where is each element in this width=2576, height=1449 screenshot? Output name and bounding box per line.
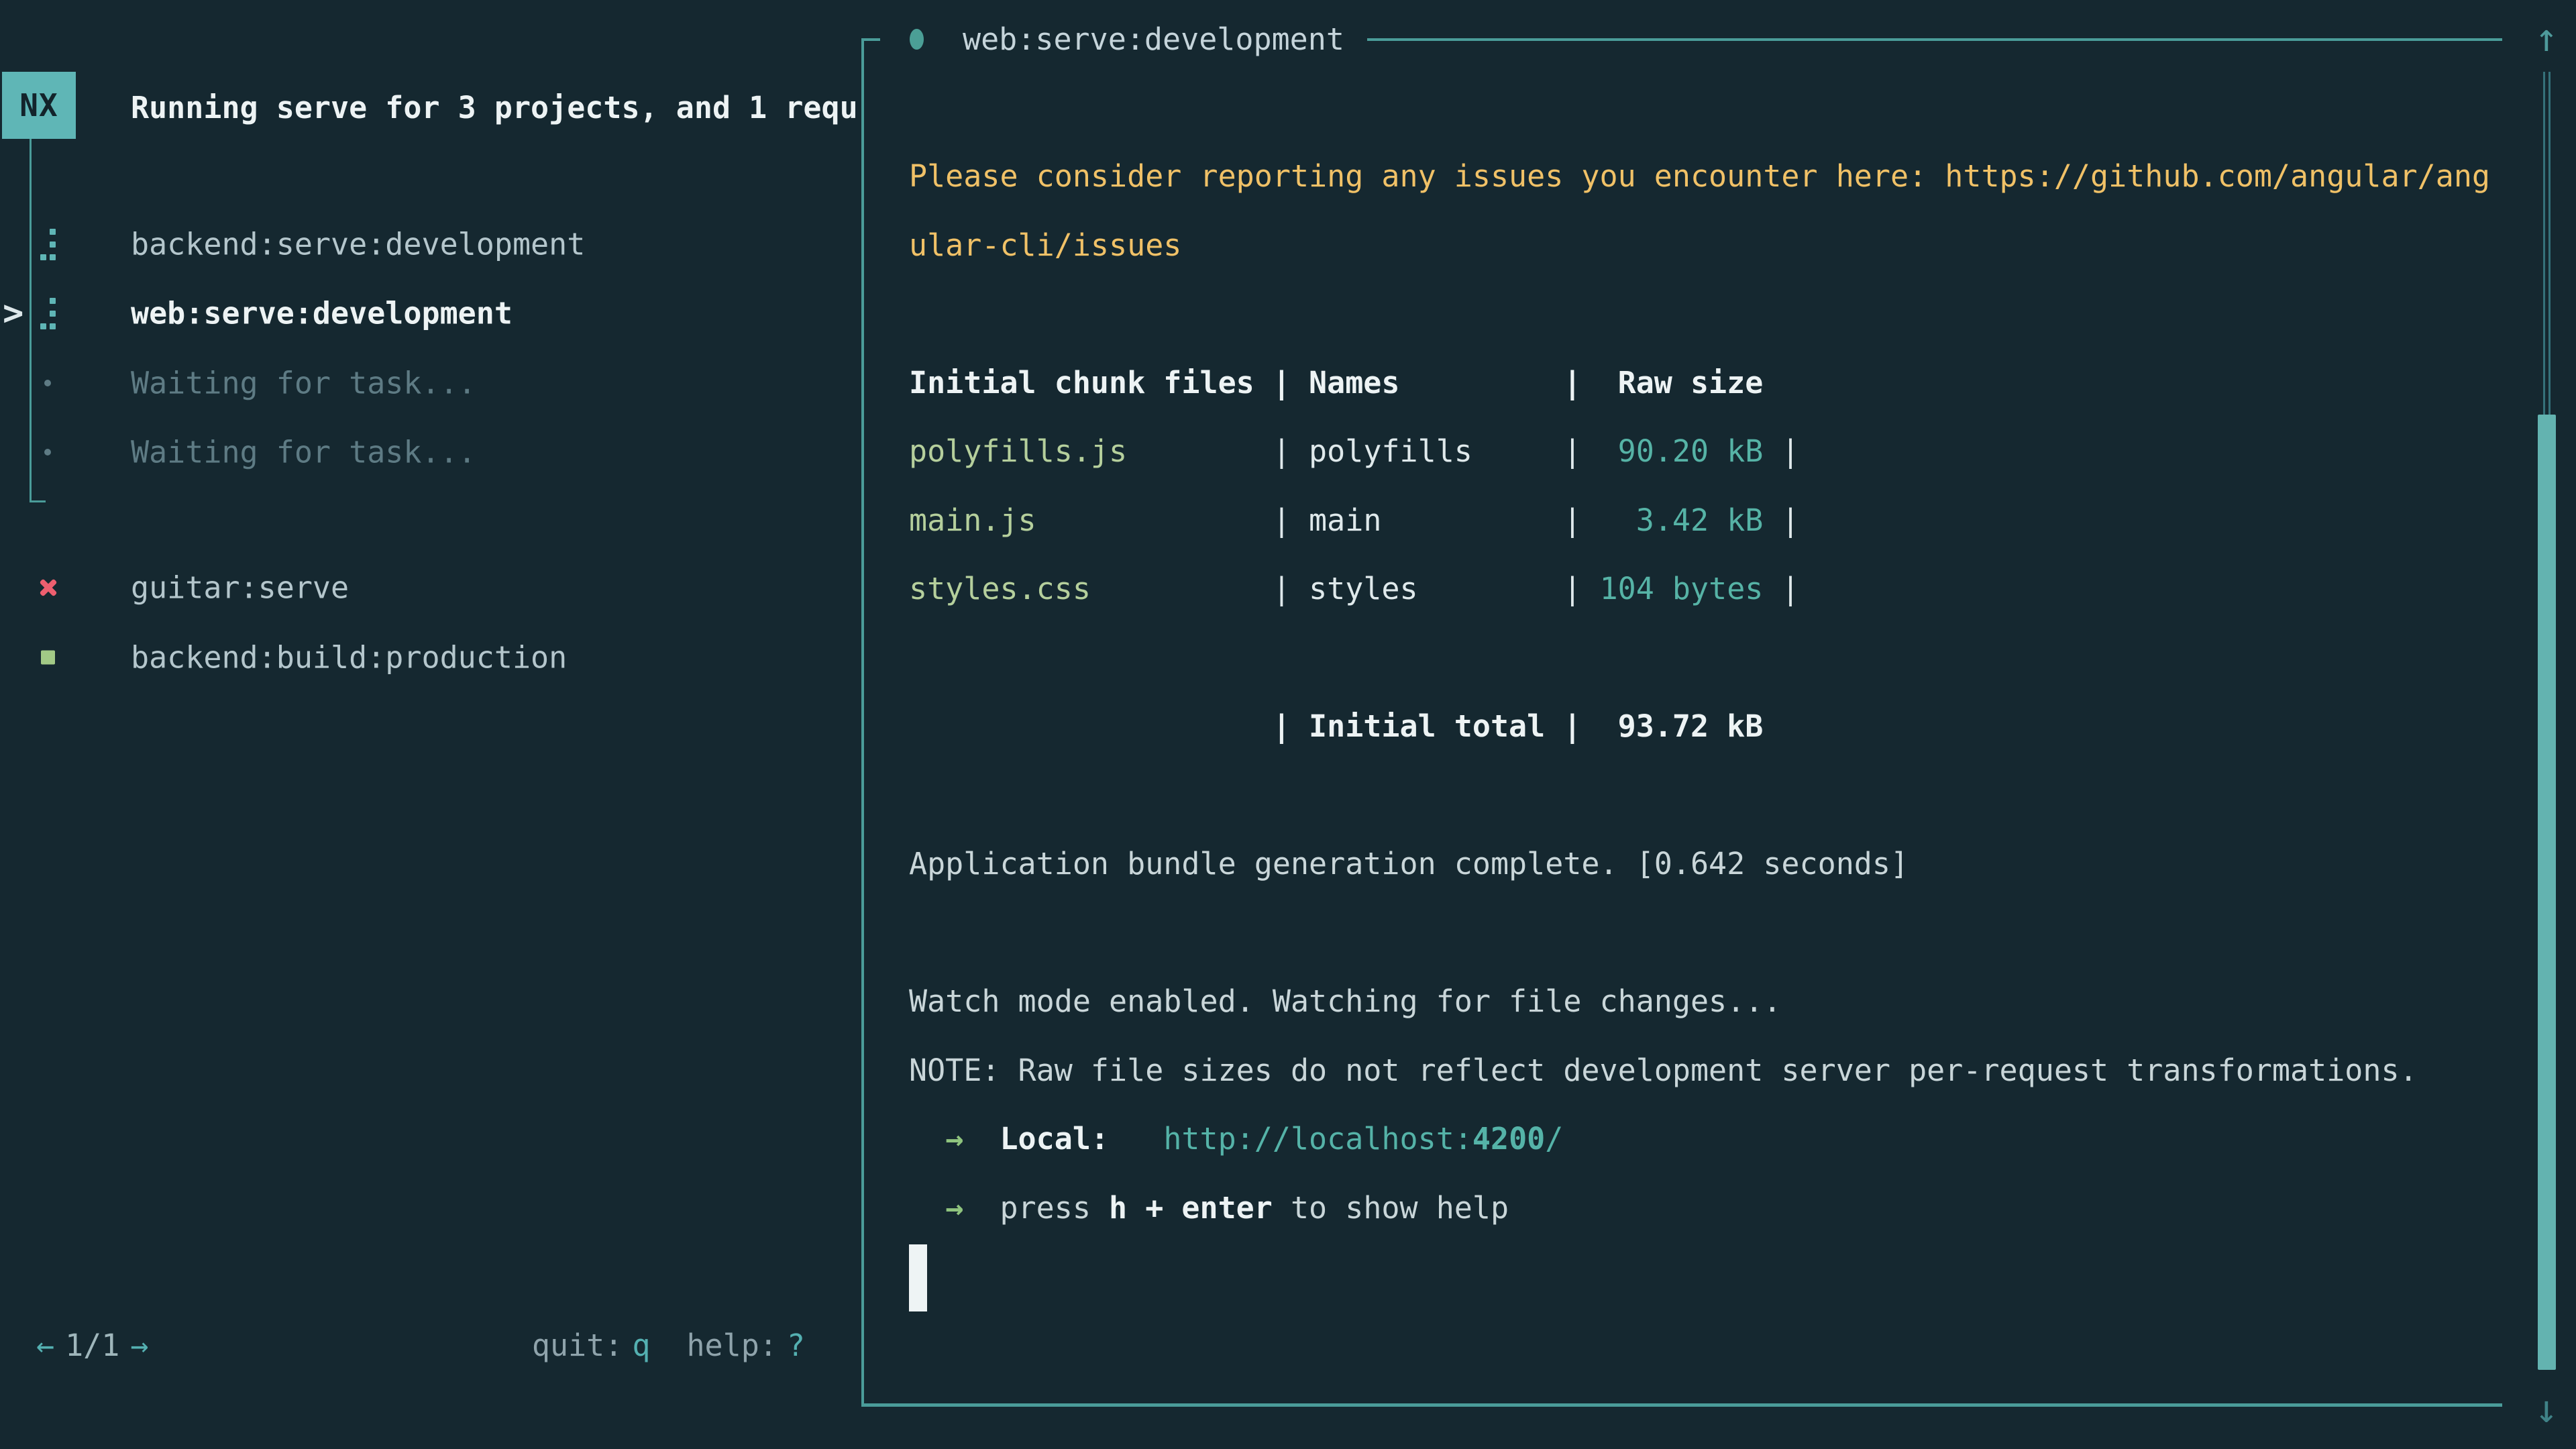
task-row[interactable]: > web:serve:development [0,279,861,349]
status-dot-icon [910,29,924,50]
terminal-line: Watch mode enabled. Watching for file ch… [909,967,2532,1036]
task-label: Waiting for task... [131,365,476,400]
task-label: backend:build:production [131,639,567,675]
task-row[interactable]: guitar:serve [0,553,861,623]
panel-title-text: web:serve:development [963,21,1344,57]
keyboard-shortcuts: quit: q help:? [510,1311,805,1380]
waiting-dot-icon [44,449,51,455]
terminal-line [909,280,2532,349]
pager-prev-icon[interactable]: ← [36,1328,54,1363]
terminal-line [909,624,2532,693]
task-label: Waiting for task... [131,435,476,470]
task-label: guitar:serve [131,570,349,606]
task-row[interactable]: Waiting for task... [0,348,861,418]
quit-key: q [632,1328,650,1363]
nx-terminal-app: NX Running serve for 3 projects, and 1 r… [0,0,2576,1449]
error-cross-icon [38,578,58,598]
terminal-line: polyfills.js | polyfills | 90.20 kB | [909,417,2532,486]
help-label: help: [686,1328,777,1363]
terminal-line: | Initial total | 93.72 kB [909,692,2532,761]
panel-title: web:serve:development [880,5,1367,72]
selected-chevron-icon: > [3,296,23,331]
success-square-icon [41,650,55,664]
terminal-line [909,899,2532,968]
quit-label: quit: [532,1328,623,1363]
terminal-line: → press h + enter to show help [909,1174,2532,1243]
terminal-line: Initial chunk files | Names | Raw size [909,349,2532,418]
pager-page-indicator: 1/1 [65,1328,119,1363]
pager: ← 1/1 → [36,1311,148,1380]
task-label: backend:serve:development [131,226,585,262]
terminal-line: styles.css | styles | 104 bytes | [909,555,2532,624]
sidebar-title: Running serve for 3 projects, and 1 requ [131,72,862,142]
pager-next-icon[interactable]: → [130,1328,148,1363]
spinner-icon [39,227,58,261]
panel-border-left [861,38,864,1407]
terminal-output: Please consider reporting any issues you… [909,142,2532,1311]
scroll-down-icon[interactable]: ↓ [2527,1377,2566,1441]
terminal-line [909,761,2532,830]
nx-logo: NX [2,72,76,139]
terminal-line: → Local: http://localhost:4200/ [909,1105,2532,1174]
terminal-line: ular-cli/issues [909,211,2532,280]
waiting-dot-icon [44,380,51,386]
scrollbar-thumb[interactable] [2538,415,2556,1370]
terminal-line [909,1242,2532,1311]
terminal-line: main.js | main | 3.42 kB | [909,486,2532,555]
panel-border-bottom [861,1403,2502,1407]
task-row[interactable]: Waiting for task... [0,418,861,488]
task-group-bracket-foot [30,500,46,502]
spinner-icon [39,297,58,330]
scroll-up-icon[interactable]: ↑ [2527,5,2566,70]
terminal-cursor [909,1244,927,1311]
terminal-line: Please consider reporting any issues you… [909,142,2532,211]
task-row[interactable]: backend:serve:development [0,209,861,279]
terminal-line: NOTE: Raw file sizes do not reflect deve… [909,1036,2532,1106]
help-key: ? [787,1328,805,1363]
task-label: web:serve:development [131,296,513,331]
terminal-line: Application bundle generation complete. … [909,830,2532,899]
task-row[interactable]: backend:build:production [0,623,861,692]
